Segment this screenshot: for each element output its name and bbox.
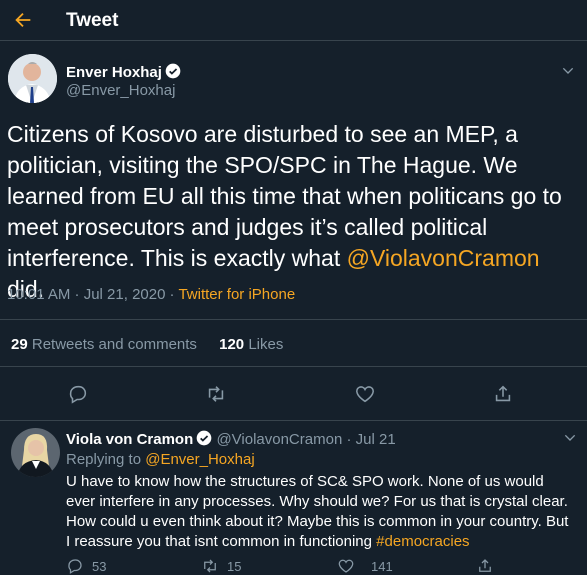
avatar[interactable] <box>8 54 57 103</box>
replying-to: Replying to @Enver_Hoxhaj <box>66 451 255 468</box>
retweets-stat[interactable]: 29 Retweets and comments <box>11 336 197 353</box>
likes-stat[interactable]: 120 Likes <box>219 336 283 353</box>
retweet-icon[interactable] <box>205 383 227 405</box>
tweet-author: Enver Hoxhaj @Enver_Hoxhaj <box>66 63 181 100</box>
tweet-text: Citizens of Kosovo are disturbed to see … <box>7 119 582 305</box>
reply-text-body: U have to know how the structures of SC&… <box>66 473 569 550</box>
reply-author-handle[interactable]: @ViolavonCramon <box>216 431 342 448</box>
reply-icon[interactable] <box>67 383 89 405</box>
retweet-count: 15 <box>227 558 242 574</box>
reply-avatar[interactable] <box>11 428 60 477</box>
replying-label: Replying to <box>66 451 142 468</box>
author-handle[interactable]: @Enver_Hoxhaj <box>66 82 181 100</box>
back-arrow-icon[interactable] <box>12 9 34 31</box>
mention-link[interactable]: @ViolavonCramon <box>347 245 540 271</box>
reply-header: Viola von Cramon @ViolavonCramon · Jul 2… <box>66 430 396 448</box>
share-icon[interactable] <box>492 383 514 405</box>
like-icon <box>338 559 354 573</box>
reply-icon <box>68 559 82 574</box>
top-header: Tweet <box>0 0 587 41</box>
tweet-stats: 29 Retweets and comments 120 Likes <box>11 336 283 353</box>
reply-reply-button[interactable]: 53 <box>66 557 106 575</box>
verified-icon <box>196 430 212 446</box>
divider <box>0 366 587 367</box>
reply-profile-photo <box>11 428 60 477</box>
share-icon <box>479 559 491 572</box>
retweets-count: 29 <box>11 336 28 353</box>
reply-author-name[interactable]: Viola von Cramon <box>66 431 193 448</box>
retweets-label: Retweets and comments <box>31 336 197 353</box>
meta-separator: · <box>169 286 175 303</box>
tweet-time[interactable]: 10:01 AM · Jul 21, 2020 <box>7 286 165 303</box>
like-count: 141 <box>371 558 393 574</box>
reply-retweet-button[interactable]: 15 <box>201 557 241 575</box>
divider <box>0 420 587 421</box>
hashtag-link[interactable]: #democracies <box>376 533 469 550</box>
reply-share-button[interactable] <box>476 557 494 575</box>
verified-icon <box>165 63 181 79</box>
tweet-source[interactable]: Twitter for iPhone <box>178 286 295 303</box>
tweet-meta: 10:01 AM · Jul 21, 2020 · Twitter for iPho… <box>7 286 295 303</box>
replying-to-link[interactable]: @Enver_Hoxhaj <box>145 451 254 468</box>
chevron-down-icon[interactable] <box>562 430 578 446</box>
chevron-down-icon[interactable] <box>560 63 576 79</box>
reply-text: U have to know how the structures of SC&… <box>66 472 576 552</box>
reply-count: 53 <box>92 558 107 574</box>
retweet-icon <box>204 559 216 573</box>
reply-date[interactable]: · Jul 21 <box>346 431 395 448</box>
likes-count: 120 <box>219 336 245 353</box>
divider <box>0 319 587 320</box>
author-name[interactable]: Enver Hoxhaj <box>66 64 162 81</box>
reply-actions: 53 15 141 <box>0 557 587 575</box>
profile-photo <box>8 54 57 103</box>
like-icon[interactable] <box>354 383 376 405</box>
reply-like-button[interactable]: 141 <box>337 557 393 575</box>
page-title: Tweet <box>66 10 119 31</box>
likes-label: Likes <box>248 336 284 353</box>
